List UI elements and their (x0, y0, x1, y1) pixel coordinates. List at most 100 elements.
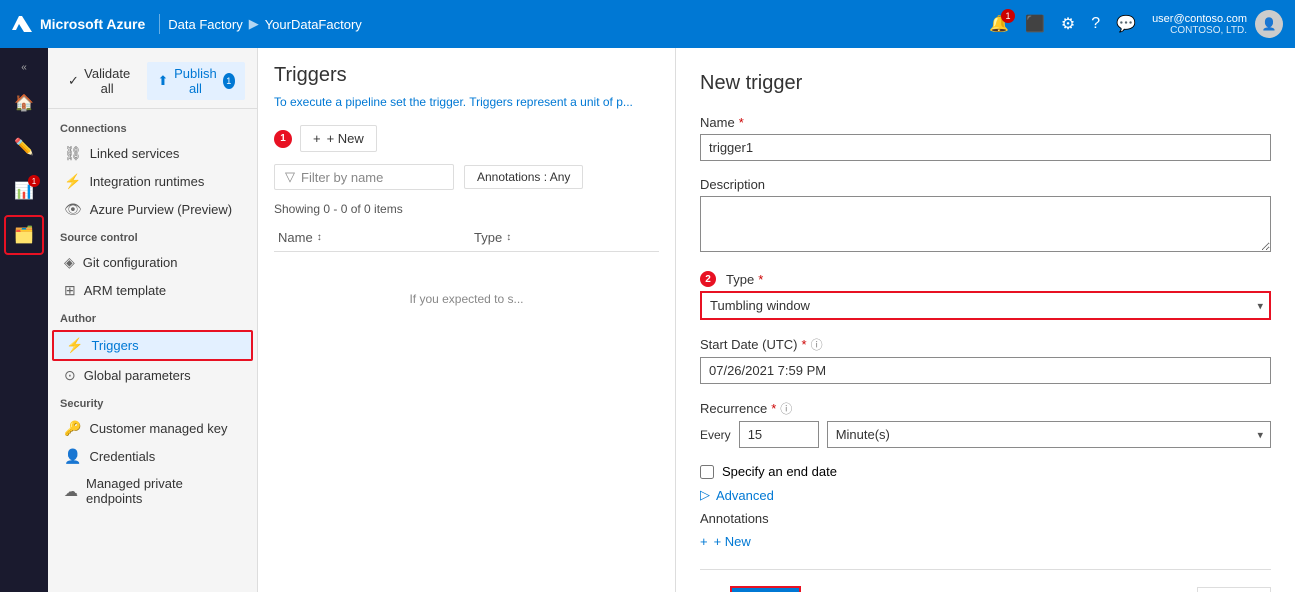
empty-message: If you expected to s... (274, 292, 659, 306)
publish-badge: 1 (223, 73, 235, 89)
page-title: Triggers (274, 64, 659, 87)
notifications-icon[interactable]: 🔔 1 (989, 14, 1009, 34)
type-select-wrap: Tumbling window Schedule Event Custom ev… (700, 291, 1271, 320)
type-form-group: 2 Type * Tumbling window Schedule Event … (700, 271, 1271, 320)
recurrence-form-group: Recurrence * ⓘ Every Minute(s) Second(s)… (700, 400, 1271, 448)
filter-placeholder: Filter by name (301, 170, 383, 185)
add-annotation-plus-icon: + (700, 534, 708, 549)
validate-icon: ✓ (68, 73, 79, 89)
add-annotation-button[interactable]: + + New (700, 534, 751, 549)
name-label: Name * (700, 115, 1271, 130)
monitor-badge: 1 (28, 175, 40, 187)
center-panel: Triggers To execute a pipeline set the t… (258, 48, 675, 592)
sidebar-item-customer-managed-key[interactable]: 🔑 Customer managed key (52, 415, 253, 442)
step2-badge: 2 (700, 271, 716, 287)
author-section-label: Author (48, 305, 257, 329)
settings-icon[interactable]: ⚙ (1061, 14, 1075, 34)
sidebar-item-managed-private-endpoints[interactable]: ☁ Managed private endpoints (52, 471, 253, 511)
validate-all-button[interactable]: ✓ Validate all (60, 62, 139, 100)
end-date-label: Specify an end date (722, 464, 837, 479)
sidebar-item-credentials[interactable]: 👤 Credentials (52, 443, 253, 470)
start-date-input[interactable] (700, 357, 1271, 384)
private-endpoints-icon: ☁ (64, 483, 78, 500)
sidebar-item-git-configuration[interactable]: ◈ Git configuration (52, 249, 253, 276)
top-bar-right: 🔔 1 ⬛ ⚙ ? 💬 user@contoso.com CONTOSO, LT… (989, 10, 1283, 38)
breadcrumb-sep1: ▶ (249, 16, 259, 32)
recurrence-required: * (771, 401, 776, 416)
factory-name[interactable]: YourDataFactory (265, 17, 362, 32)
collapse-sidebar-button[interactable]: « (15, 56, 33, 79)
sort-type-icon: ↕ (506, 232, 511, 243)
type-required: * (758, 272, 763, 287)
connections-section-label: Connections (48, 115, 257, 139)
app-name[interactable]: Data Factory (168, 17, 242, 32)
new-trigger-panel: New trigger Name * Description 2 Type * (675, 48, 1295, 592)
description-label: Description (700, 177, 1271, 192)
cloud-shell-icon[interactable]: ⬛ (1025, 14, 1045, 34)
new-trigger-button[interactable]: + + New (300, 125, 377, 152)
type-select[interactable]: Tumbling window Schedule Event Custom ev… (700, 291, 1271, 320)
main-layout: « 🏠 ✏️ 📊 1 🗂️ ✓ Validate all ⬆ Publish a… (0, 48, 1295, 592)
sidebar-item-integration-runtimes[interactable]: ⚡ Integration runtimes (52, 168, 253, 195)
annotations-title: Annotations (700, 511, 1271, 526)
sidebar-item-edit[interactable]: ✏️ (4, 127, 44, 167)
sidebar-item-arm-template[interactable]: ⊞ ARM template (52, 277, 253, 304)
recurrence-row: Every Minute(s) Second(s) Hour(s) Day(s)… (700, 421, 1271, 448)
recurrence-info-icon[interactable]: ⓘ (780, 400, 792, 417)
annotations-filter-button[interactable]: Annotations : Any (464, 165, 583, 189)
sidebar-item-azure-purview[interactable]: 👁 Azure Purview (Preview) (52, 196, 253, 223)
sidebar-item-home[interactable]: 🏠 (4, 83, 44, 123)
start-date-info-icon[interactable]: ⓘ (811, 336, 823, 353)
advanced-arrow-icon: ▷ (700, 487, 710, 503)
recurrence-value-input[interactable] (739, 421, 819, 448)
new-button-label: + New (327, 131, 364, 146)
new-trigger-title: New trigger (700, 72, 1271, 95)
description-form-group: Description (700, 177, 1271, 255)
avatar[interactable]: 👤 (1255, 10, 1283, 38)
plus-icon: + (313, 131, 321, 146)
sidebar-item-monitor[interactable]: 📊 1 (4, 171, 44, 211)
help-icon[interactable]: ? (1091, 15, 1100, 33)
breadcrumb: Data Factory ▶ YourDataFactory (168, 16, 362, 32)
security-section-label: Security (48, 390, 257, 414)
credentials-icon: 👤 (64, 448, 81, 465)
col-type-header: Type ↕ (474, 230, 624, 245)
start-date-required: * (802, 337, 807, 352)
publish-all-button[interactable]: ⬆ Publish all 1 (147, 62, 245, 100)
git-icon: ◈ (64, 254, 75, 271)
user-info[interactable]: user@contoso.com CONTOSO, LTD. 👤 (1152, 10, 1283, 38)
type-label: 2 Type * (700, 271, 1271, 287)
sidebar-item-triggers[interactable]: ⚡ Triggers (52, 330, 253, 361)
advanced-row[interactable]: ▷ Advanced (700, 487, 1271, 503)
arm-icon: ⊞ (64, 282, 76, 299)
recurrence-unit-select[interactable]: Minute(s) Second(s) Hour(s) Day(s) Week(… (827, 421, 1271, 448)
sidebar-item-manage[interactable]: 🗂️ (4, 215, 44, 255)
name-required: * (739, 115, 744, 130)
linked-services-icon: ⛓ (64, 145, 82, 162)
feedback-icon[interactable]: 💬 (1116, 14, 1136, 34)
integration-runtimes-icon: ⚡ (64, 173, 81, 190)
add-annotation-label: + New (714, 534, 751, 549)
filter-input-wrap[interactable]: ▽ Filter by name (274, 164, 454, 190)
end-date-checkbox[interactable] (700, 465, 714, 479)
sidebar-item-global-parameters[interactable]: ⊙ Global parameters (52, 362, 253, 389)
cancel-button[interactable]: Cancel (1197, 587, 1271, 592)
left-panel-toolbar: ✓ Validate all ⬆ Publish all 1 (48, 58, 257, 109)
panel-footer: 3 OK Cancel (700, 569, 1271, 592)
name-form-group: Name * (700, 115, 1271, 161)
step1-badge: 1 (274, 130, 292, 148)
end-date-checkbox-row: Specify an end date (700, 464, 1271, 479)
every-label: Every (700, 428, 731, 442)
showing-text: Showing 0 - 0 of 0 items (274, 202, 659, 216)
icon-sidebar: « 🏠 ✏️ 📊 1 🗂️ (0, 48, 48, 592)
ok-button[interactable]: OK (730, 586, 801, 592)
azure-logo-icon (12, 14, 32, 34)
annotations-section: Annotations + + New (700, 511, 1271, 549)
purview-icon: 👁 (64, 201, 82, 218)
sidebar-item-linked-services[interactable]: ⛓ Linked services (52, 140, 253, 167)
notification-badge: 1 (1001, 9, 1015, 23)
filter-row: ▽ Filter by name Annotations : Any (274, 164, 659, 190)
name-input[interactable] (700, 134, 1271, 161)
description-textarea[interactable] (700, 196, 1271, 252)
publish-icon: ⬆ (157, 73, 168, 89)
